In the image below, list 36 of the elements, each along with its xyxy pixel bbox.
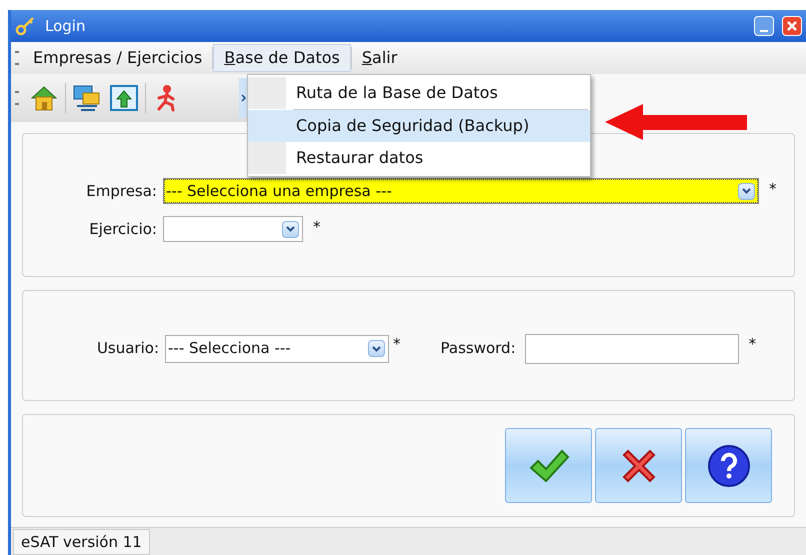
select-field[interactable]: --- Selecciona una empresa ---: [163, 178, 759, 204]
select-field[interactable]: --- Selecciona ---: [165, 334, 389, 362]
minimize-icon: [760, 30, 768, 32]
required-mark: *: [313, 217, 320, 238]
menu-option[interactable]: Ruta de la Base de Datos: [248, 77, 590, 109]
select-field[interactable]: [163, 216, 303, 242]
field-label: Password:: [440, 338, 516, 360]
key-icon: [15, 15, 37, 37]
accept-button[interactable]: [505, 428, 592, 503]
status-text: eSAT versión 11: [13, 529, 150, 555]
menu-item[interactable]: Empresas / Ejercicios: [23, 44, 212, 72]
chevron-down-icon: [286, 226, 295, 232]
dropdown-button[interactable]: [738, 182, 755, 200]
close-icon: [787, 21, 797, 31]
minimize-button[interactable]: [754, 16, 774, 36]
help-button[interactable]: [685, 428, 772, 503]
field-label: Ejercicio:: [88, 219, 157, 240]
help-icon: [706, 442, 752, 488]
window-title: Login: [45, 16, 86, 37]
menu-item[interactable]: Salir: [352, 44, 408, 72]
required-mark: *: [393, 334, 400, 355]
field-label: Usuario:: [96, 338, 159, 360]
dropdown-button[interactable]: [368, 340, 385, 357]
upload-icon[interactable]: [108, 82, 140, 114]
menu-option[interactable]: Copia de Seguridad (Backup): [248, 110, 590, 142]
dropdown-button[interactable]: [282, 220, 299, 238]
menu-item[interactable]: Base de Datos: [213, 44, 351, 72]
required-mark: *: [769, 179, 776, 200]
close-button[interactable]: [782, 16, 802, 36]
chevron-down-icon: [372, 346, 381, 352]
password-field[interactable]: [524, 334, 739, 364]
field-label: Empresa:: [85, 181, 157, 202]
cancel-button[interactable]: [595, 428, 682, 503]
menu-option[interactable]: Restaurar datos: [248, 142, 590, 174]
chevron-down-icon: [742, 188, 751, 194]
required-mark: *: [748, 334, 756, 355]
